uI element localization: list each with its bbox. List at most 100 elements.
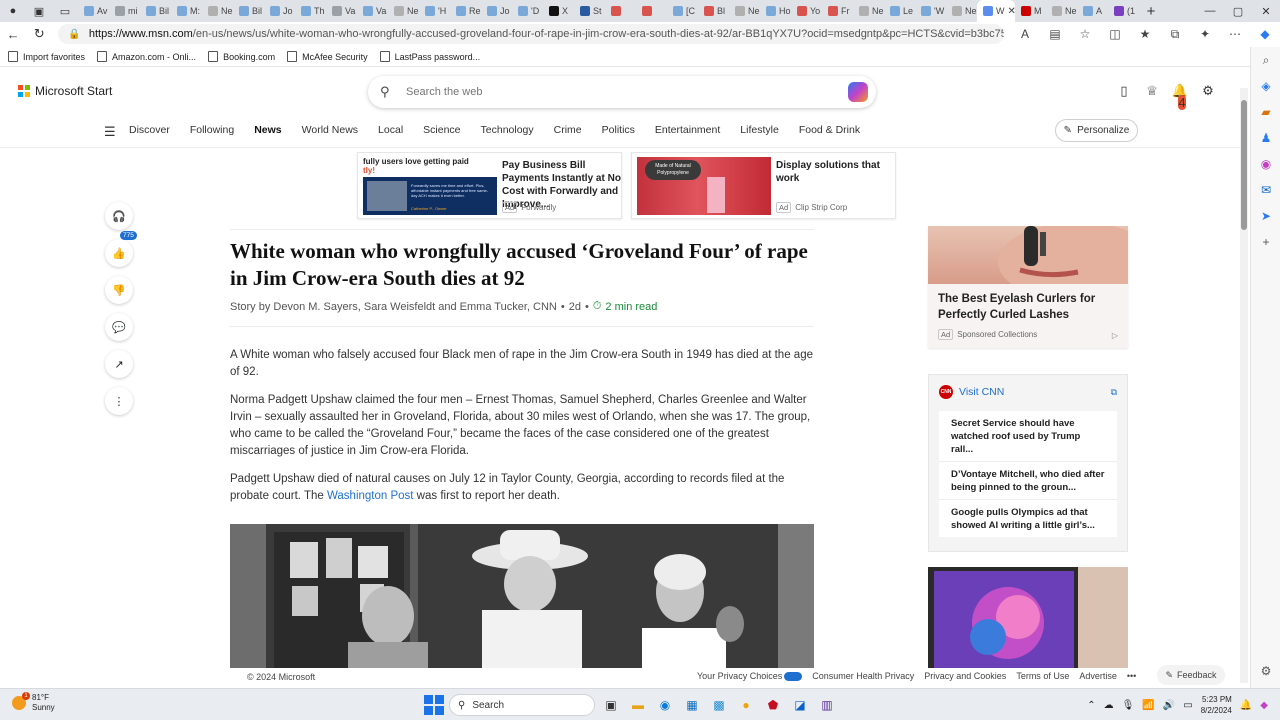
close-tab-icon[interactable]: ✕ (1008, 6, 1016, 17)
favorite-star-icon[interactable]: ☆ (1070, 27, 1100, 42)
article-photo[interactable] (230, 524, 814, 674)
like-button[interactable]: 👍 775 (105, 231, 137, 267)
favorites-icon[interactable]: ★ (1130, 27, 1160, 42)
collections-icon[interactable]: ⧉ (1160, 27, 1190, 42)
byline-authors[interactable]: Story by Devon M. Sayers, Sara Weisfeldt… (230, 301, 557, 313)
more-options-button[interactable]: ⋮ (105, 387, 133, 415)
weather-widget[interactable]: 1 81°F Sunny (12, 692, 55, 713)
clock[interactable]: 5:23 PM 8/2/2024 (1201, 694, 1232, 716)
list-item[interactable]: D’Vontaye Mitchell, who died after being… (939, 462, 1117, 500)
browser-tab[interactable]: Va (326, 0, 357, 22)
extensions-icon[interactable]: ✦ (1190, 27, 1220, 42)
browser-tab[interactable]: Ne (853, 0, 884, 22)
browser-tab[interactable]: Bil (140, 0, 171, 22)
copilot-sidebar-icon[interactable]: ◆ (1250, 27, 1280, 42)
file-explorer-icon[interactable]: ▬ (627, 694, 649, 716)
browser-tab[interactable]: 'H (419, 0, 450, 22)
browser-tab[interactable] (605, 0, 636, 22)
immersive-reader-icon[interactable]: ▤ (1040, 27, 1070, 42)
nav-tab-food-drink[interactable]: Food & Drink (799, 124, 860, 136)
browser-tab[interactable]: Re (450, 0, 481, 22)
browser-tab[interactable]: Ne (1046, 0, 1077, 22)
mobile-app-icon[interactable]: ▯ (1114, 83, 1134, 101)
listen-headphones-button[interactable]: 🎧 (105, 202, 133, 230)
browser-tab[interactable]: M: (171, 0, 202, 22)
sidebar-outlook-icon[interactable]: ✉ (1251, 177, 1280, 203)
more-menu-icon[interactable]: ⋯ (1220, 27, 1250, 42)
split-screen-icon[interactable]: ◫ (1100, 27, 1130, 42)
browser-tab[interactable]: St (574, 0, 605, 22)
taskbar-search[interactable]: ⚲ Search (449, 694, 595, 716)
lock-icon[interactable]: 🔒 (68, 29, 80, 40)
microsoft-start-logo[interactable]: Microsoft Start (18, 84, 112, 98)
browser-tab[interactable]: Bl (698, 0, 729, 22)
browser-tab[interactable]: 'D (512, 0, 543, 22)
browser-tab[interactable] (636, 0, 667, 22)
rewards-icon[interactable]: ♕ (1142, 83, 1162, 101)
dislike-button[interactable]: 👎 (105, 276, 133, 304)
visit-cnn-link[interactable]: Visit CNN (959, 386, 1004, 398)
browser-tab[interactable]: Ne (388, 0, 419, 22)
sidebar-office-icon[interactable]: ◉ (1251, 151, 1280, 177)
nav-tab-local[interactable]: Local (378, 124, 403, 136)
browser-tab[interactable]: (1 (1108, 0, 1139, 22)
workspaces-icon[interactable]: ▣ (26, 0, 52, 22)
browser-tab[interactable]: A (1077, 0, 1108, 22)
volume-icon[interactable]: 🔊 (1163, 700, 1175, 711)
right-ad-eyelash[interactable]: The Best Eyelash Curlers for Perfectly C… (928, 226, 1128, 348)
terms-link[interactable]: Terms of Use (1016, 671, 1069, 681)
task-view-icon[interactable]: ▣ (600, 694, 622, 716)
browser-tab[interactable]: Ne (202, 0, 233, 22)
more-links-icon[interactable]: ••• (1127, 671, 1136, 681)
nav-tab-discover[interactable]: Discover (129, 124, 170, 136)
profile-icon[interactable]: ● (0, 0, 26, 22)
favorite-import[interactable]: Import favorites (8, 51, 85, 62)
app-icon-paint[interactable]: ◪ (789, 694, 811, 716)
sidebar-add-icon[interactable]: + (1251, 229, 1280, 255)
nav-tab-crime[interactable]: Crime (554, 124, 582, 136)
security-shield-icon[interactable]: ⬟ (762, 694, 784, 716)
copilot-taskbar-icon[interactable]: ◆ (1260, 700, 1268, 711)
wifi-icon[interactable]: 📶 (1142, 700, 1154, 711)
search-input[interactable] (406, 86, 826, 98)
new-tab-button[interactable]: + (1139, 3, 1163, 20)
nav-tab-technology[interactable]: Technology (481, 124, 534, 136)
tab-actions-icon[interactable]: ▭ (52, 0, 78, 22)
nav-tab-science[interactable]: Science (423, 124, 460, 136)
browser-tab[interactable]: Fr (822, 0, 853, 22)
personalize-button[interactable]: ✎ Personalize (1055, 119, 1138, 142)
privacy-cookies-link[interactable]: Privacy and Cookies (924, 671, 1006, 681)
favorite-amazon[interactable]: Amazon.com - Onli... (97, 51, 196, 62)
browser-tab[interactable]: Yo (791, 0, 822, 22)
right-promo-image[interactable] (928, 567, 1128, 673)
favorite-booking[interactable]: Booking.com (208, 51, 275, 62)
start-windows-icon[interactable] (424, 695, 444, 715)
ad-title[interactable]: Display solutions that work (776, 159, 896, 185)
notifications-bell-icon[interactable]: 🔔4 (1170, 83, 1190, 110)
browser-tab[interactable]: Ho (760, 0, 791, 22)
back-icon[interactable]: ← (0, 27, 26, 42)
store-icon[interactable]: ▦ (681, 694, 703, 716)
maximize-icon[interactable]: ▢ (1224, 5, 1252, 18)
web-search-box[interactable]: ⚲ (368, 76, 876, 108)
app-icon-purple[interactable]: ▥ (816, 694, 838, 716)
sidebar-send-icon[interactable]: ➤ (1251, 203, 1280, 229)
app-icon-yellow[interactable]: ● (735, 694, 757, 716)
settings-gear-icon[interactable]: ⚙ (1198, 83, 1218, 101)
browser-tab[interactable]: Ne (729, 0, 760, 22)
browser-tab[interactable]: Av (78, 0, 109, 22)
advertise-link[interactable]: Advertise (1079, 671, 1117, 681)
minimize-icon[interactable]: — (1196, 5, 1224, 18)
feedback-button[interactable]: ✎ Feedback (1157, 665, 1225, 685)
favorite-mcafee[interactable]: McAfee Security (287, 51, 368, 62)
favorite-lastpass[interactable]: LastPass password... (379, 51, 480, 62)
browser-tab[interactable]: Jo (481, 0, 512, 22)
edge-icon[interactable]: ◉ (654, 694, 676, 716)
browser-tab[interactable]: [C (667, 0, 698, 22)
sidebar-tools-icon[interactable]: ▰ (1251, 99, 1280, 125)
nav-tab-entertainment[interactable]: Entertainment (655, 124, 720, 136)
close-window-icon[interactable]: ✕ (1252, 5, 1280, 18)
health-privacy-link[interactable]: Consumer Health Privacy (812, 671, 914, 681)
browser-tab[interactable]: Le (884, 0, 915, 22)
top-ad-forwardly[interactable]: fully users love getting paid tly! Forwa… (357, 152, 622, 219)
